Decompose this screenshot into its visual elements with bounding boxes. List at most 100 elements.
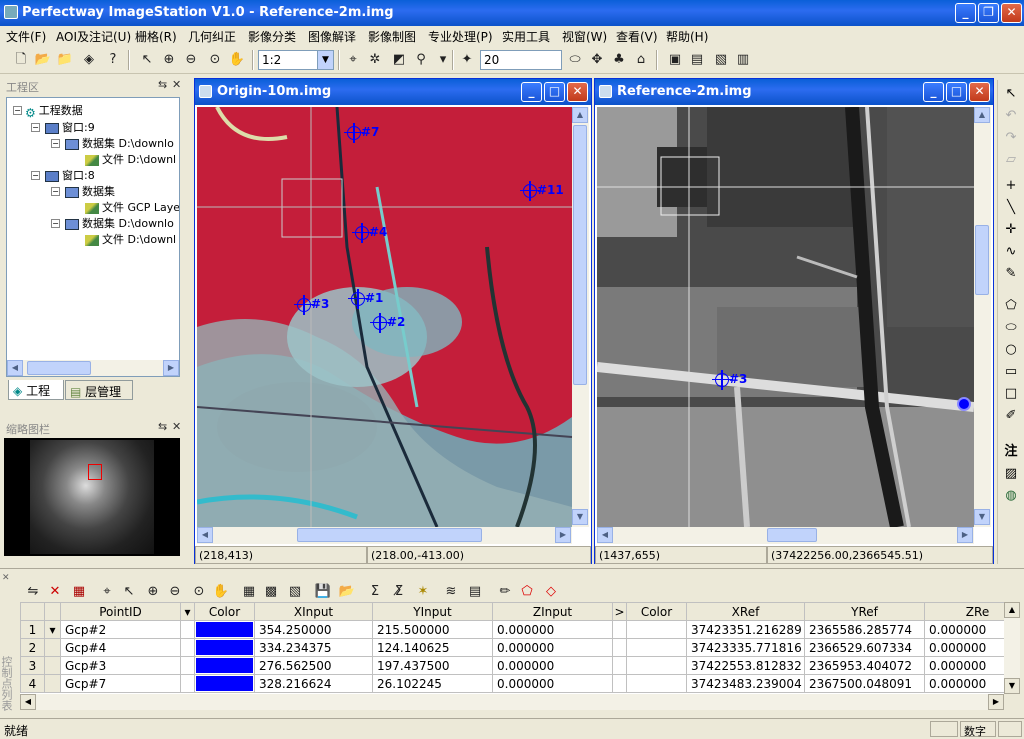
scroll-down-icon[interactable]: ▼ xyxy=(572,509,588,525)
scroll-down-icon[interactable]: ▼ xyxy=(1004,678,1020,694)
threshold-input[interactable]: 20 xyxy=(480,50,562,70)
measure-icon[interactable]: ◩ xyxy=(390,51,408,69)
cell-yinput[interactable]: 215.500000 xyxy=(372,620,493,639)
scroll-right-icon[interactable]: ▶ xyxy=(555,527,571,543)
origin-hscrollbar[interactable]: ◀ ▶ xyxy=(197,527,572,544)
cell-zref[interactable]: 0.000000 xyxy=(924,620,1004,639)
scroll-thumb[interactable] xyxy=(975,225,989,295)
table-icon[interactable]: ▦ xyxy=(240,583,258,601)
menu-aoi[interactable]: AOI及注记(U) xyxy=(56,28,131,45)
tab-project[interactable]: ◈ 工程 xyxy=(8,380,64,400)
expander-icon[interactable]: − xyxy=(51,139,60,148)
pointer-icon[interactable]: ↖ xyxy=(138,51,156,69)
close-button[interactable]: ✕ xyxy=(567,82,588,102)
grow-icon[interactable]: ✥ xyxy=(588,51,606,69)
zoom-out-icon[interactable]: ⊖ xyxy=(166,583,184,601)
grid-icon[interactable]: ▩ xyxy=(262,583,280,601)
scroll-thumb[interactable] xyxy=(27,361,91,375)
expander-icon[interactable]: − xyxy=(13,106,22,115)
layer-stack-icon[interactable]: ≋ xyxy=(442,583,460,601)
cell-yinput[interactable]: 197.437500 xyxy=(372,656,493,675)
split-icon[interactable]: ▥ xyxy=(734,51,752,69)
cell-yinput[interactable]: 124.140625 xyxy=(372,638,493,657)
cell-xinput[interactable]: 334.234375 xyxy=(254,638,373,657)
sigma-calc-icon[interactable]: Σ̸ xyxy=(390,583,408,601)
col-header-arrow[interactable]: > xyxy=(612,602,627,621)
col-header-color-ref[interactable]: Color xyxy=(626,602,687,621)
home-icon[interactable]: ⌂ xyxy=(632,51,650,69)
rectangle-icon[interactable]: ▭ xyxy=(1000,362,1022,382)
open-folder-icon[interactable]: 📁 xyxy=(56,51,74,69)
cell-pointid[interactable]: Gcp#2 xyxy=(60,620,181,639)
link-icon[interactable]: ⚲ xyxy=(412,51,430,69)
col-header-color[interactable]: Color xyxy=(194,602,255,621)
select-arrow-icon[interactable]: ↖ xyxy=(1000,84,1022,104)
expander-icon[interactable]: − xyxy=(51,219,60,228)
square-icon[interactable]: □ xyxy=(1000,384,1022,404)
pin-icon[interactable]: ⇆ xyxy=(158,420,167,433)
cell-color[interactable] xyxy=(194,674,255,693)
gcp-tool-icon[interactable]: ⌖ xyxy=(344,51,362,69)
scroll-thumb[interactable] xyxy=(297,528,482,542)
thumbnail-view[interactable] xyxy=(4,438,180,556)
cell-zref[interactable]: 0.000000 xyxy=(924,674,1004,693)
col-header-zinput[interactable]: ZInput xyxy=(492,602,613,621)
cell-color-ref[interactable] xyxy=(626,638,687,657)
close-button[interactable]: ✕ xyxy=(969,82,990,102)
zoom-fit-icon[interactable]: ⊙ xyxy=(190,583,208,601)
crosshair-tool-icon[interactable]: ⌖ xyxy=(98,583,116,601)
cell-color[interactable] xyxy=(194,638,255,657)
eraser-icon[interactable]: ▱ xyxy=(1000,150,1022,170)
reference-image-canvas[interactable]: #3 xyxy=(597,107,974,527)
cross-icon[interactable]: ✛ xyxy=(1000,220,1022,240)
scroll-right-icon[interactable]: ▶ xyxy=(988,694,1004,710)
gcp-auto-icon[interactable]: ✲ xyxy=(366,51,384,69)
status-grip[interactable] xyxy=(998,721,1022,737)
delete-icon[interactable]: ✕ xyxy=(46,583,64,601)
undo-icon[interactable]: ↶ xyxy=(1000,106,1022,126)
edit-icon[interactable]: ✐ xyxy=(1000,406,1022,426)
scroll-up-icon[interactable]: ▲ xyxy=(974,107,990,123)
globe-icon[interactable]: ◍ xyxy=(1000,486,1022,506)
close-button[interactable]: ✕ xyxy=(1001,3,1022,23)
tree-icon[interactable]: ♣ xyxy=(610,51,628,69)
cell-yinput[interactable]: 26.102245 xyxy=(372,674,493,693)
cell-color-ref[interactable] xyxy=(626,656,687,675)
tree-dataset-1[interactable]: 数据集 D:\downlo xyxy=(65,135,174,151)
menu-special[interactable]: 专业处理(P) xyxy=(428,28,493,45)
polygon-icon[interactable]: ⬠ xyxy=(1000,296,1022,316)
cell-xref[interactable]: 37423335.771816 xyxy=(686,638,805,657)
tab-layers[interactable]: ▤ 层管理 xyxy=(65,380,133,400)
row-selector[interactable] xyxy=(44,656,61,675)
row-selector[interactable]: ▾ xyxy=(44,620,61,639)
cell-zinput[interactable]: 0.000000 xyxy=(492,674,613,693)
chevron-down-icon[interactable]: ▼ xyxy=(317,51,333,69)
polyline-icon[interactable]: ∿ xyxy=(1000,242,1022,262)
tree-file-gcp[interactable]: 文件 GCP Laye xyxy=(85,199,179,215)
cell-pointid[interactable]: Gcp#7 xyxy=(60,674,181,693)
maximize-button[interactable]: □ xyxy=(946,82,967,102)
reference-vscrollbar[interactable]: ▲ ▼ xyxy=(974,107,991,527)
cell-xinput[interactable]: 328.216624 xyxy=(254,674,373,693)
scroll-left-icon[interactable]: ◀ xyxy=(597,527,613,543)
panel-close-icon[interactable]: ✕ xyxy=(172,78,181,91)
cell-xinput[interactable]: 354.250000 xyxy=(254,620,373,639)
cell-color[interactable] xyxy=(194,656,255,675)
magic-wand-icon[interactable]: ✦ xyxy=(458,51,476,69)
cell-pointid[interactable]: Gcp#3 xyxy=(60,656,181,675)
cell-xref[interactable]: 37423483.239004 xyxy=(686,674,805,693)
cell-zref[interactable]: 0.000000 xyxy=(924,656,1004,675)
open-icon[interactable]: 📂 xyxy=(338,583,356,601)
pointer-icon[interactable]: ↖ xyxy=(120,583,138,601)
menu-window[interactable]: 视窗(W) xyxy=(562,28,607,45)
table-row[interactable]: 4 Gcp#7 328.216624 26.102245 0.000000 37… xyxy=(20,674,1004,693)
scroll-right-icon[interactable]: ▶ xyxy=(957,527,973,543)
menu-geometric[interactable]: 几何纠正 xyxy=(188,28,236,45)
gcp-marker[interactable]: #3 xyxy=(712,369,747,390)
gcp-marker[interactable]: #4 xyxy=(352,222,387,243)
cell-zinput[interactable]: 0.000000 xyxy=(492,656,613,675)
cell-xref[interactable]: 37423351.216289 xyxy=(686,620,805,639)
pin-icon[interactable]: ⇆ xyxy=(158,78,167,91)
gcp-marker[interactable]: #7 xyxy=(344,122,379,143)
row-selector[interactable] xyxy=(44,674,61,693)
